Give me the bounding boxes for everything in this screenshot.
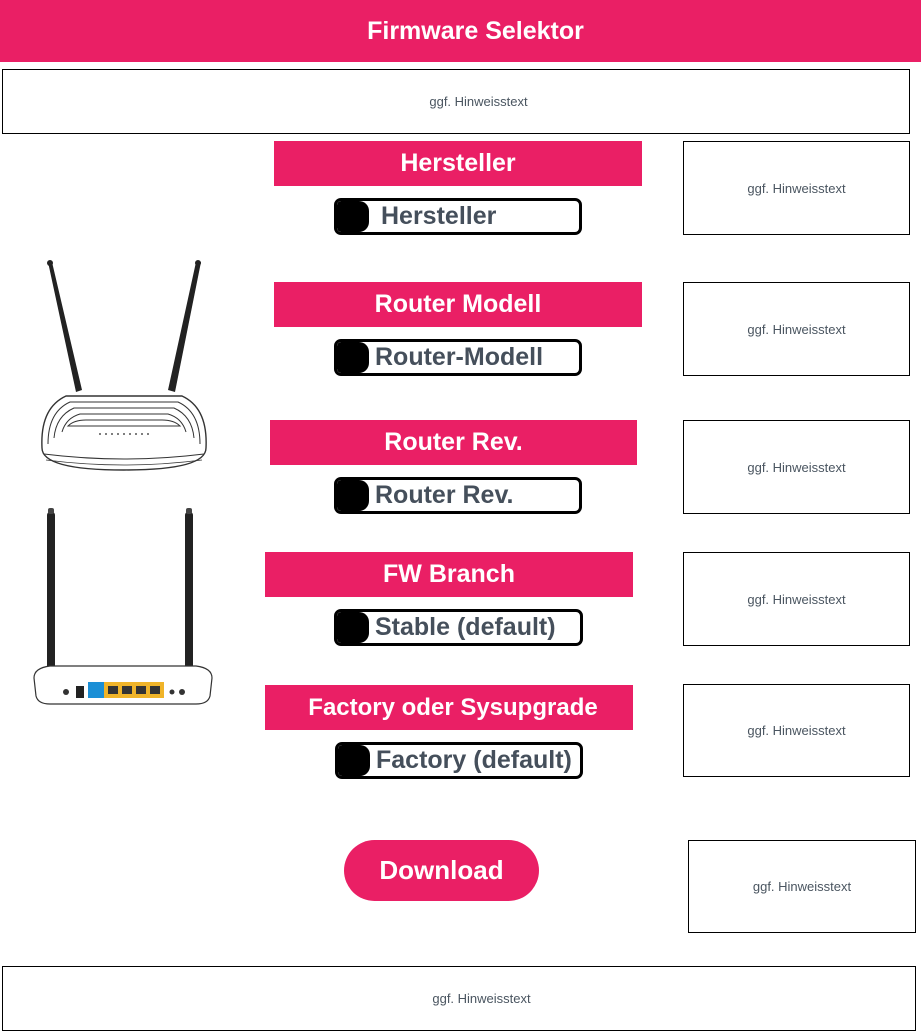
label-router-modell: Router Modell [274,282,642,327]
select-knob [337,612,369,643]
select-knob [337,201,369,232]
hint-box-router-modell: ggf. Hinweisstext [683,282,910,376]
select-knob [337,480,369,511]
header-bar: Firmware Selektor [0,0,921,62]
hint-text: ggf. Hinweisstext [752,879,852,894]
select-value: Stable (default) [375,613,556,641]
router-front-icon [41,260,207,471]
label-text: FW Branch [383,560,515,588]
select-factory-sysupgrade[interactable]: Factory (default) [335,742,583,779]
select-fw-branch[interactable]: Stable (default) [334,609,583,646]
hint-box-router-rev: ggf. Hinweisstext [683,420,910,514]
select-value: Hersteller [381,202,497,230]
hint-text: ggf. Hinweisstext [747,723,846,738]
select-value: Router Rev. [375,481,514,509]
page-title: Firmware Selektor [367,16,584,45]
select-knob [338,745,370,776]
label-text: Factory oder Sysupgrade [308,693,598,721]
hint-box-hersteller: ggf. Hinweisstext [683,141,910,235]
hint-box-factory-sysupgrade: ggf. Hinweisstext [683,684,910,777]
hint-text: ggf. Hinweisstext [432,991,531,1006]
hint-box-bottom: ggf. Hinweisstext [2,966,916,1031]
label-text: Router Modell [374,290,542,318]
hint-text: ggf. Hinweisstext [747,321,846,337]
select-knob [337,342,369,373]
select-router-rev[interactable]: Router Rev. [334,477,582,514]
download-button[interactable]: Download [344,840,539,901]
hint-text: ggf. Hinweisstext [747,591,846,607]
label-fw-branch: FW Branch [265,552,633,597]
select-value: Router-Modell [375,343,544,371]
label-hersteller: Hersteller [274,141,642,186]
hint-text: ggf. Hinweisstext [747,180,846,196]
select-router-modell[interactable]: Router-Modell [334,339,582,376]
select-value: Factory (default) [376,746,572,774]
label-factory-sysupgrade: Factory oder Sysupgrade [265,685,633,730]
select-hersteller[interactable]: Hersteller [334,198,582,235]
hint-box-fw-branch: ggf. Hinweisstext [683,552,910,646]
label-text: Router Rev. [384,428,523,456]
hint-text: ggf. Hinweisstext [429,94,528,109]
label-text: Hersteller [400,149,516,177]
label-router-rev: Router Rev. [270,420,637,465]
hint-box-top: ggf. Hinweisstext [2,69,910,134]
download-button-label: Download [379,855,504,885]
hint-box-download: ggf. Hinweisstext [688,840,916,933]
hint-text: ggf. Hinweisstext [747,459,846,475]
router-back-icon [33,508,213,705]
